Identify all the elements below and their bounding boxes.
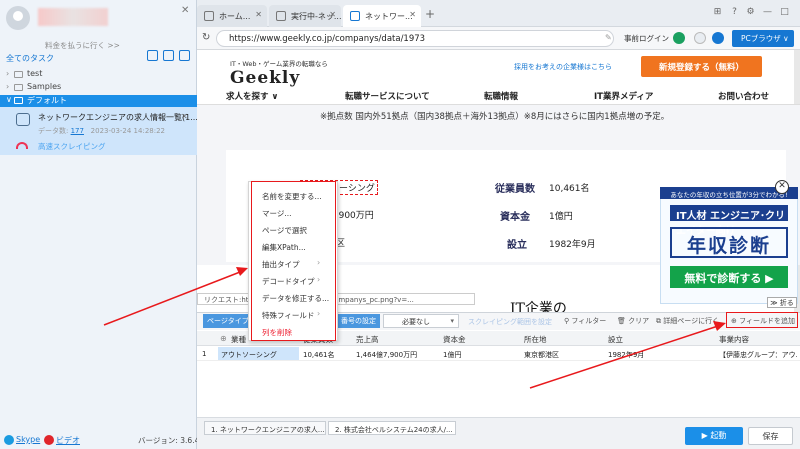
pre-login-button[interactable]: 事前ログイン (624, 33, 669, 44)
new-tab-icon[interactable]: + (425, 7, 435, 21)
folder-row-test[interactable]: › test (0, 69, 197, 81)
capital-label: 資本金 (500, 212, 530, 223)
speedometer-icon (16, 142, 28, 149)
user-agent-icon[interactable] (694, 32, 706, 44)
ad-title: IT人材 エンジニア･クリエイター向け (670, 205, 788, 237)
task-timestamp: 2023-03-24 14:28:22 (90, 127, 166, 135)
pc-browser-select[interactable]: PCブラウザ ∨ (732, 30, 794, 47)
office-note: ※拠点数 国内外51拠点（国内38拠点＋海外13拠点）※8月にはさらに国内1拠点… (320, 112, 670, 122)
ad-close-icon[interactable]: ✕ (775, 180, 789, 194)
skype-icon[interactable] (4, 435, 14, 445)
version-label: バージョン: 3.6.4 (138, 436, 200, 445)
folder-row-default[interactable]: ∨ デフォルト (0, 95, 197, 107)
set-number-button[interactable]: 番号の設定 (338, 314, 380, 328)
nav-job-search[interactable]: 求人を探す ∨ (226, 90, 278, 102)
nav-contact[interactable]: お問い合わせ (718, 90, 769, 102)
detail-page-button[interactable]: ⧉ 詳細ページに行く (656, 316, 719, 326)
url-input[interactable]: https://www.geekly.co.jp/companys/data/1… (216, 30, 614, 47)
new-folder-icon[interactable] (179, 50, 190, 61)
home-icon (204, 11, 214, 21)
target-icon: ⊕ (220, 334, 227, 343)
employees-label: 従業員数 (495, 184, 535, 195)
tab-network[interactable]: ネットワー... ✕ (343, 5, 421, 27)
robot-icon (16, 113, 30, 126)
new-task-icon[interactable] (147, 50, 158, 61)
folder-icon (14, 84, 23, 91)
nav-it-media[interactable]: IT業界メディア (594, 90, 653, 102)
minimize-icon[interactable]: — (762, 7, 773, 18)
ad-cta-button[interactable]: 無料で診断する ▶ (670, 266, 788, 288)
tab-running[interactable]: 実行中-ネッ... ✕ (269, 5, 341, 27)
filter-button[interactable]: ⚲ フィルター (564, 316, 606, 326)
column-header[interactable]: 事業内容 (719, 334, 749, 345)
gift-icon[interactable]: ⊞ (712, 7, 723, 18)
nav-career-info[interactable]: 転職情報 (484, 90, 518, 102)
row-index: 1 (202, 350, 207, 358)
video-icon[interactable] (44, 435, 54, 445)
scroll-range-button[interactable]: スクレイピング範囲を設定 (468, 317, 552, 327)
column-header[interactable]: 設立 (608, 334, 623, 345)
collapse-button[interactable]: ≫ 折る (767, 297, 797, 308)
avatar[interactable] (6, 6, 30, 30)
table-cell[interactable]: 1億円 (443, 350, 461, 360)
close-icon[interactable]: ✕ (181, 5, 189, 16)
start-button[interactable]: ▶ 起動 (685, 427, 743, 445)
task-close-icon[interactable]: ✕ (181, 112, 188, 121)
tab-home[interactable]: ホーム... ✕ (197, 5, 267, 27)
all-tasks-label[interactable]: 全てのタスク (6, 53, 54, 64)
edit-icon[interactable]: ✎ (605, 33, 612, 42)
skype-link[interactable]: Skype (16, 435, 40, 444)
employees-value: 10,461名 (549, 184, 590, 194)
add-field-highlight (726, 312, 798, 328)
task-meta: データ数: 177 2023-03-24 14:28:22 (38, 127, 166, 135)
task-name[interactable]: ネットワークエンジニアの求人情報一覧(1... (38, 112, 198, 123)
ad-main-title: 年収診断 (670, 227, 788, 258)
bottom-tab-1[interactable]: 1. ネットワークエンジニアの求人... (204, 421, 326, 435)
corporate-link[interactable]: 採用をお考えの企業様はこちら (514, 62, 612, 72)
task-mode: 高速スクレイピング (38, 142, 106, 151)
table-cell[interactable]: 1982年9月 (608, 350, 644, 360)
sidebar (0, 0, 197, 449)
settings-icon[interactable]: ⚙ (745, 7, 756, 18)
site-logo[interactable]: IT・Web・ゲーム業界の転職なら Geekly (230, 58, 328, 88)
column-header[interactable]: 所在地 (524, 334, 547, 345)
register-button[interactable]: 新規登録する（無料） (641, 56, 762, 77)
column-header[interactable]: 売上高 (356, 334, 379, 345)
close-icon[interactable]: ✕ (409, 10, 416, 19)
founded-label: 設立 (507, 240, 527, 251)
nav-services[interactable]: 転職サービスについて (345, 90, 430, 102)
table-cell[interactable]: 10,461名 (303, 350, 335, 360)
restore-icon[interactable]: □ (779, 7, 790, 18)
close-icon[interactable]: ✕ (255, 10, 262, 19)
capital-value: 1億円 (549, 212, 573, 222)
save-button[interactable]: 保存 (748, 427, 793, 445)
task-data-count[interactable]: 177 (71, 127, 84, 135)
page-icon (350, 11, 360, 21)
column-header[interactable]: 業種 (231, 334, 246, 345)
folder-icon (14, 97, 23, 104)
refresh-icon[interactable]: ↻ (202, 32, 210, 43)
close-icon[interactable]: ✕ (329, 10, 336, 19)
table-cell[interactable]: 東京都港区 (524, 350, 559, 360)
pay-link[interactable]: 料金を払うに行く >> (45, 40, 120, 51)
folder-icon (14, 71, 23, 78)
page-icon (276, 11, 286, 21)
table-cell[interactable]: アウトソーシング (221, 350, 277, 360)
table-cell[interactable]: 1,464億7,900万円 (356, 350, 417, 360)
import-task-icon[interactable] (163, 50, 174, 61)
username-blurred (38, 8, 108, 26)
chevron-down-icon: ▾ (450, 317, 454, 325)
help-icon[interactable]: ? (729, 7, 740, 18)
video-link[interactable]: ビデオ (56, 435, 80, 446)
extension-icon[interactable] (673, 32, 685, 44)
pagination-select[interactable]: 必要なし ▾ (383, 314, 459, 328)
ua-icon[interactable] (712, 32, 724, 44)
clear-button[interactable]: 🗑 クリア (617, 316, 649, 326)
table-cell[interactable]: 【伊藤忠グループ：アウ... (719, 350, 797, 360)
context-menu-highlight (251, 181, 336, 341)
bottom-tab-2[interactable]: 2. 株式会社ベルシステム24の求人/... (328, 421, 456, 435)
founded-value: 1982年9月 (549, 240, 596, 250)
folder-row-samples[interactable]: › Samples (0, 82, 197, 94)
column-header[interactable]: 資本金 (443, 334, 466, 345)
